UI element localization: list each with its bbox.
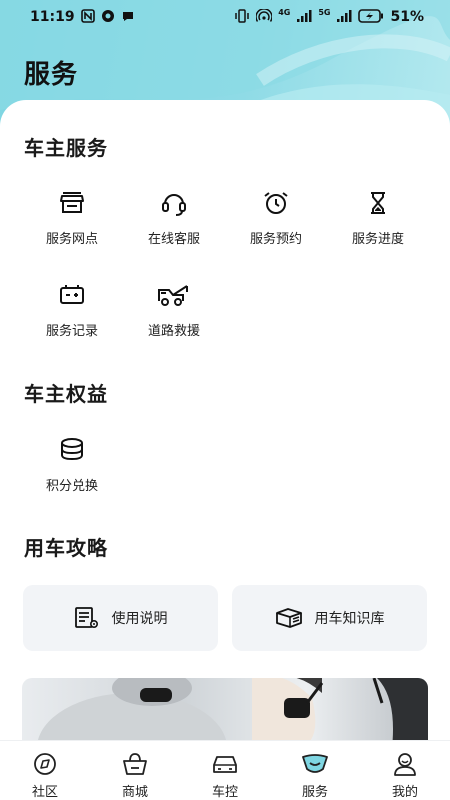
battery-percent: 51%	[390, 9, 424, 25]
online-support-label: 在线客服	[147, 232, 200, 247]
car-icon	[213, 756, 237, 773]
tab-service-label: 服务	[301, 785, 328, 800]
online-support-button[interactable]: 在线客服	[124, 188, 224, 247]
car-knowledge-base-button[interactable]: 用车知识库	[232, 585, 427, 651]
service-progress-label: 服务进度	[351, 232, 404, 247]
network-type-1: 4G	[278, 7, 291, 17]
page-title: 服务	[24, 60, 79, 90]
store-icon	[60, 192, 84, 213]
coin-stack-icon	[61, 438, 83, 461]
status-time: 11:19	[30, 9, 75, 25]
profile-icon	[394, 753, 416, 776]
tab-mine-label: 我的	[391, 785, 418, 800]
service-icon	[302, 754, 328, 773]
battery-charging-icon	[358, 8, 384, 26]
user-manual-button[interactable]: 使用说明	[23, 585, 218, 651]
main-content-card: 车主服务 服务网点 在线客服 服务预约 服务进度 服务记录 道路救援 车主权益 …	[0, 100, 450, 740]
manual-icon	[74, 607, 98, 629]
service-record-button[interactable]: 服务记录	[22, 280, 122, 339]
section-title-car-guide: 用车攻略	[24, 536, 108, 560]
tab-community-label: 社区	[31, 785, 58, 800]
battery-record-icon	[60, 285, 84, 304]
road-rescue-label: 道路救援	[147, 324, 200, 339]
points-exchange-label: 积分兑换	[45, 479, 98, 494]
service-booking-button[interactable]: 服务预约	[226, 188, 326, 247]
customer-service-photo	[38, 678, 428, 740]
bottom-tab-bar: 社区 商城 车控 服务 我的	[0, 740, 450, 800]
headset-icon	[162, 194, 186, 216]
hourglass-icon	[371, 192, 385, 214]
message-icon	[121, 9, 135, 26]
nfc-icon	[80, 8, 95, 26]
book-stack-icon	[275, 608, 302, 628]
tab-service[interactable]: 服务	[270, 741, 360, 800]
section-title-owner-benefits: 车主权益	[24, 382, 108, 406]
vibrate-icon	[234, 8, 250, 26]
app-notification-icon	[101, 9, 115, 26]
points-exchange-button[interactable]: 积分兑换	[22, 435, 122, 494]
tow-truck-icon	[158, 285, 188, 306]
tab-mall[interactable]: 商城	[90, 741, 180, 800]
tab-mine[interactable]: 我的	[360, 741, 450, 800]
tab-community[interactable]: 社区	[0, 741, 90, 800]
service-progress-button[interactable]: 服务进度	[328, 188, 428, 247]
status-bar: 11:19 4G 5G 51%	[0, 0, 450, 34]
network-type-2: 5G	[318, 7, 331, 17]
signal-icon-2	[336, 9, 352, 26]
community-icon	[34, 753, 56, 775]
section-title-owner-services: 车主服务	[24, 136, 108, 160]
tab-car-control-label: 车控	[211, 785, 238, 800]
service-record-label: 服务记录	[45, 324, 98, 339]
service-booking-label: 服务预约	[249, 232, 302, 247]
car-knowledge-base-label: 用车知识库	[314, 611, 385, 627]
customer-service-banner[interactable]	[22, 678, 428, 740]
user-manual-label: 使用说明	[111, 611, 168, 627]
hotspot-icon	[255, 7, 273, 26]
service-outlet-label: 服务网点	[45, 232, 98, 247]
tab-mall-label: 商城	[121, 785, 148, 800]
service-outlet-button[interactable]: 服务网点	[22, 188, 122, 247]
signal-icon	[296, 9, 312, 26]
tab-car-control[interactable]: 车控	[180, 741, 270, 800]
basket-icon	[123, 753, 147, 775]
alarm-clock-icon	[264, 192, 288, 214]
road-rescue-button[interactable]: 道路救援	[124, 280, 224, 339]
